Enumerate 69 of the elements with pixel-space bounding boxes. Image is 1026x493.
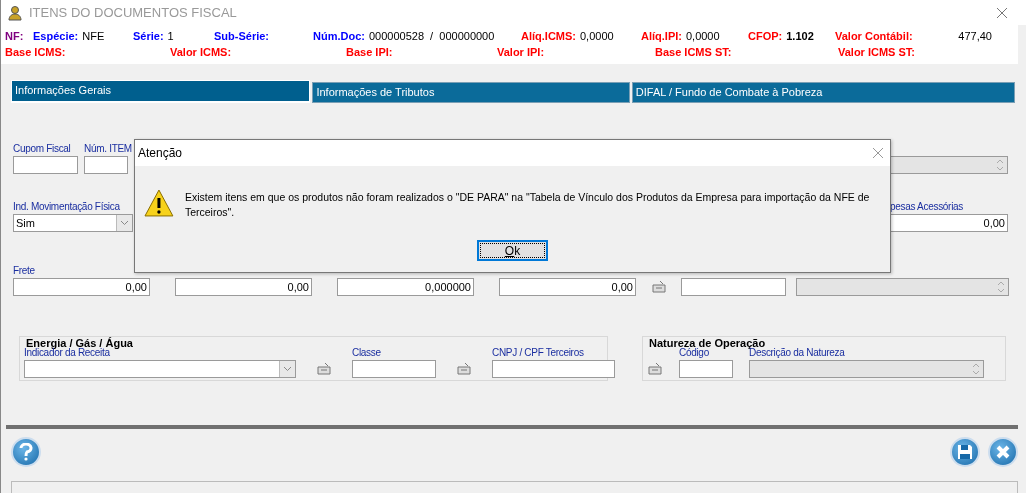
header-label: Sub-Série: xyxy=(214,30,269,42)
field-label: Descrição da Natureza xyxy=(749,347,846,360)
header-value: NFE xyxy=(82,30,105,42)
close-icon[interactable] xyxy=(872,147,884,159)
window-title: ITENS DO DOCUMENTOS FISCAL xyxy=(29,5,238,20)
close-button[interactable] xyxy=(988,437,1018,467)
field-label: Ind. Movimentação Física xyxy=(13,201,121,214)
header-label: Base ICMS: xyxy=(5,46,66,58)
input-field[interactable] xyxy=(681,278,786,296)
header-label: Alíq.ICMS: xyxy=(521,30,576,42)
question-mark-icon xyxy=(19,443,33,461)
field-label: pesas Acessórias xyxy=(890,201,965,214)
input-field[interactable] xyxy=(679,360,733,378)
header-value: 0,0000 xyxy=(685,30,720,42)
header-value: 1 xyxy=(167,30,174,42)
header-label: Valor Contábil: xyxy=(835,30,913,42)
header-label: Valor ICMS: xyxy=(170,46,232,58)
field-label: Classe xyxy=(352,347,382,360)
warning-icon xyxy=(143,188,175,218)
header-label: Série: xyxy=(133,30,164,42)
input-field[interactable]: 0,000000 xyxy=(337,278,474,296)
input-field[interactable]: 0,00 xyxy=(890,214,1008,232)
field-label: CNPJ / CPF Terceiros xyxy=(492,347,585,360)
field-label: Cupom Fiscal xyxy=(13,143,72,156)
input-field[interactable] xyxy=(84,156,128,174)
tab[interactable]: Informações de Tributos xyxy=(312,82,630,103)
header-label: Núm.Doc: xyxy=(313,30,365,42)
dialog-title: Atenção xyxy=(138,146,183,160)
dropdown-field[interactable] xyxy=(24,360,296,378)
input-field[interactable] xyxy=(352,360,436,378)
field-label: Código xyxy=(679,347,710,360)
close-icon[interactable] xyxy=(996,6,1008,19)
header-label: Base ICMS ST: xyxy=(655,46,732,58)
field-label: Frete xyxy=(13,265,36,278)
group-title: Natureza de Operação xyxy=(647,337,768,349)
header-label: Espécie: xyxy=(33,30,79,42)
person-icon xyxy=(7,4,23,21)
drawer-icon[interactable] xyxy=(316,362,332,376)
input-field[interactable]: 0,00 xyxy=(499,278,636,296)
input-field[interactable] xyxy=(492,360,615,378)
header-label: Valor ICMS ST: xyxy=(838,46,916,58)
close-icon xyxy=(996,445,1010,459)
chevron-down-icon xyxy=(283,366,292,372)
chevron-down-icon xyxy=(120,220,129,226)
drawer-icon[interactable] xyxy=(651,280,667,294)
header-label: Valor IPI: xyxy=(497,46,545,58)
field-label: Indicador da Receita xyxy=(24,347,110,360)
drawer-icon[interactable] xyxy=(647,362,663,376)
header-label: NF: xyxy=(5,30,24,42)
ok-button[interactable]: Ok xyxy=(477,240,548,261)
dialog-message: Existem itens em que os produtos não foram realizados o "DE PARA" na "Tabela de Vínculo dos Produtos da Empresa para importação da NFE de Terceiros". xyxy=(184,190,871,220)
tab[interactable]: Informações Gerais xyxy=(11,80,311,103)
tab[interactable]: DIFAL / Fundo de Combate à Pobreza xyxy=(631,82,1015,103)
save-button[interactable] xyxy=(950,437,980,467)
header-label: Base IPI: xyxy=(346,46,393,58)
header-value: 1.102 xyxy=(786,30,814,42)
input-field[interactable] xyxy=(13,156,78,174)
header-value: 000000528 / 000000000 xyxy=(368,30,495,42)
input-field[interactable]: 0,00 xyxy=(175,278,312,296)
floppy-disk-icon xyxy=(957,444,973,460)
header-label: Alíq.IPI: xyxy=(641,30,682,42)
drawer-icon[interactable] xyxy=(456,362,472,376)
group-title: Energia / Gás / Água xyxy=(24,337,135,349)
input-field[interactable]: 0,00 xyxy=(13,278,150,296)
help-button[interactable] xyxy=(11,437,41,467)
header-label: CFOP: xyxy=(748,30,783,42)
dropdown-field[interactable]: Sim xyxy=(13,214,133,232)
header-value: 477,40 xyxy=(958,30,992,42)
header-value: 0,0000 xyxy=(580,30,614,42)
